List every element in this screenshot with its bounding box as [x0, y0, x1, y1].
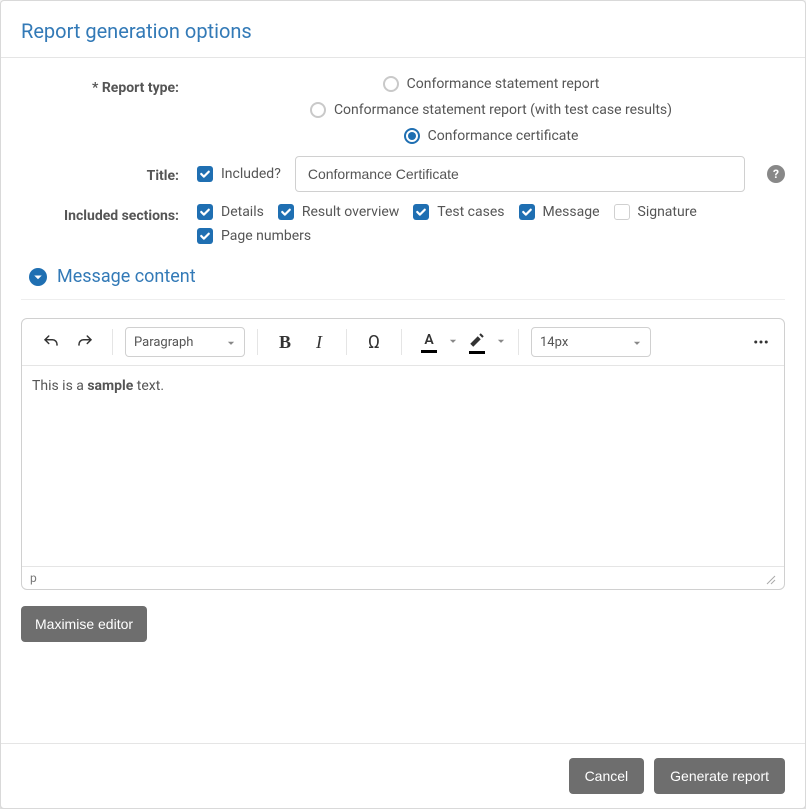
toolbar-group-color: A	[408, 327, 512, 357]
undo-button[interactable]	[36, 327, 66, 357]
bold-button[interactable]: B	[270, 327, 300, 357]
paragraph-select-label: Paragraph	[134, 335, 193, 350]
checkbox-label: Page numbers	[221, 228, 311, 244]
rich-text-editor: Paragraph B I Ω A	[21, 318, 785, 590]
radio-label: Conformance certificate	[428, 128, 579, 144]
chevron-down-icon	[226, 337, 236, 347]
toolbar-group-paragraph: Paragraph	[119, 327, 251, 357]
editor-element-path[interactable]: p	[30, 571, 37, 585]
checkbox-label: Message	[543, 204, 600, 220]
row-sections: Included sections: Details Result overvi…	[21, 204, 785, 244]
label-sections: Included sections:	[21, 204, 197, 224]
text-color-button[interactable]: A	[414, 327, 444, 357]
cancel-button[interactable]: Cancel	[569, 758, 645, 794]
checkbox-test-cases[interactable]: Test cases	[413, 204, 504, 220]
checkbox-details[interactable]: Details	[197, 204, 264, 220]
editor-text-bold: sample	[87, 378, 133, 394]
editor-text: This is a	[32, 378, 87, 394]
radio-label: Conformance statement report (with test …	[334, 102, 672, 118]
field-title: Included? ?	[197, 156, 785, 192]
report-generation-modal: Report generation options * Report type:…	[0, 0, 806, 809]
checkbox-icon	[197, 166, 213, 182]
modal-title: Report generation options	[21, 19, 785, 43]
toolbar-group-fontsize: 14px	[525, 327, 657, 357]
chevron-down-icon	[632, 337, 642, 347]
checkbox-label: Signature	[638, 204, 697, 220]
paragraph-select[interactable]: Paragraph	[125, 327, 245, 357]
toolbar-separator	[112, 329, 113, 355]
highlight-color-button[interactable]	[462, 327, 492, 357]
checkbox-icon	[413, 204, 429, 220]
font-size-select-label: 14px	[540, 335, 568, 350]
checkbox-result-overview[interactable]: Result overview	[278, 204, 399, 220]
checkbox-page-numbers[interactable]: Page numbers	[197, 228, 311, 244]
toolbar-separator	[518, 329, 519, 355]
section-title: Message content	[57, 266, 196, 287]
special-char-button[interactable]: Ω	[359, 327, 389, 357]
label-title: Title:	[21, 164, 197, 184]
field-report-type: Conformance statement report Conformance…	[197, 76, 785, 144]
title-input[interactable]	[295, 156, 745, 192]
row-report-type: * Report type: Conformance statement rep…	[21, 76, 785, 144]
checkbox-icon	[519, 204, 535, 220]
toolbar-separator	[257, 329, 258, 355]
checkbox-label: Included?	[221, 166, 281, 182]
checkbox-label: Test cases	[437, 204, 504, 220]
checkbox-label: Result overview	[302, 204, 399, 220]
checkbox-message[interactable]: Message	[519, 204, 600, 220]
editor-toolbar: Paragraph B I Ω A	[22, 319, 784, 366]
maximise-editor-button[interactable]: Maximise editor	[21, 606, 147, 642]
chevron-down-icon[interactable]	[448, 334, 458, 350]
radio-conformance-certificate[interactable]: Conformance certificate	[404, 128, 579, 144]
label-report-type: * Report type:	[21, 76, 197, 96]
modal-header: Report generation options	[1, 1, 805, 58]
toolbar-separator	[401, 329, 402, 355]
help-icon[interactable]: ?	[767, 165, 785, 183]
checkbox-icon	[197, 204, 213, 220]
italic-button[interactable]: I	[304, 327, 334, 357]
generate-report-button[interactable]: Generate report	[654, 758, 785, 794]
radio-label: Conformance statement report	[407, 76, 600, 92]
font-size-select[interactable]: 14px	[531, 327, 651, 357]
checkbox-icon	[614, 204, 630, 220]
toolbar-group-special: Ω	[353, 327, 395, 357]
radio-icon	[310, 102, 326, 118]
redo-button[interactable]	[70, 327, 100, 357]
radio-icon	[404, 128, 420, 144]
modal-footer: Cancel Generate report	[1, 743, 805, 808]
section-toggle-message-content[interactable]: Message content	[21, 256, 785, 300]
checkbox-icon	[278, 204, 294, 220]
editor-content-area[interactable]: This is a sample text.	[22, 366, 784, 566]
toolbar-group-history	[30, 327, 106, 357]
editor-text: text.	[133, 378, 164, 394]
field-sections: Details Result overview Test cases Messa…	[197, 204, 785, 244]
radio-conformance-statement-results[interactable]: Conformance statement report (with test …	[310, 102, 672, 118]
row-title: Title: Included? ?	[21, 156, 785, 192]
checkbox-title-included[interactable]: Included?	[197, 166, 281, 182]
radio-conformance-statement[interactable]: Conformance statement report	[383, 76, 600, 92]
modal-body: * Report type: Conformance statement rep…	[1, 58, 805, 743]
checkbox-label: Details	[221, 204, 264, 220]
chevron-down-icon[interactable]	[496, 334, 506, 350]
more-button[interactable]	[746, 327, 776, 357]
editor-footer: p	[22, 566, 784, 589]
toolbar-group-format: B I	[264, 327, 340, 357]
radio-icon	[383, 76, 399, 92]
toolbar-separator	[346, 329, 347, 355]
chevron-down-icon	[29, 268, 47, 286]
checkbox-icon	[197, 228, 213, 244]
resize-handle[interactable]	[764, 573, 776, 585]
checkbox-signature[interactable]: Signature	[614, 204, 697, 220]
